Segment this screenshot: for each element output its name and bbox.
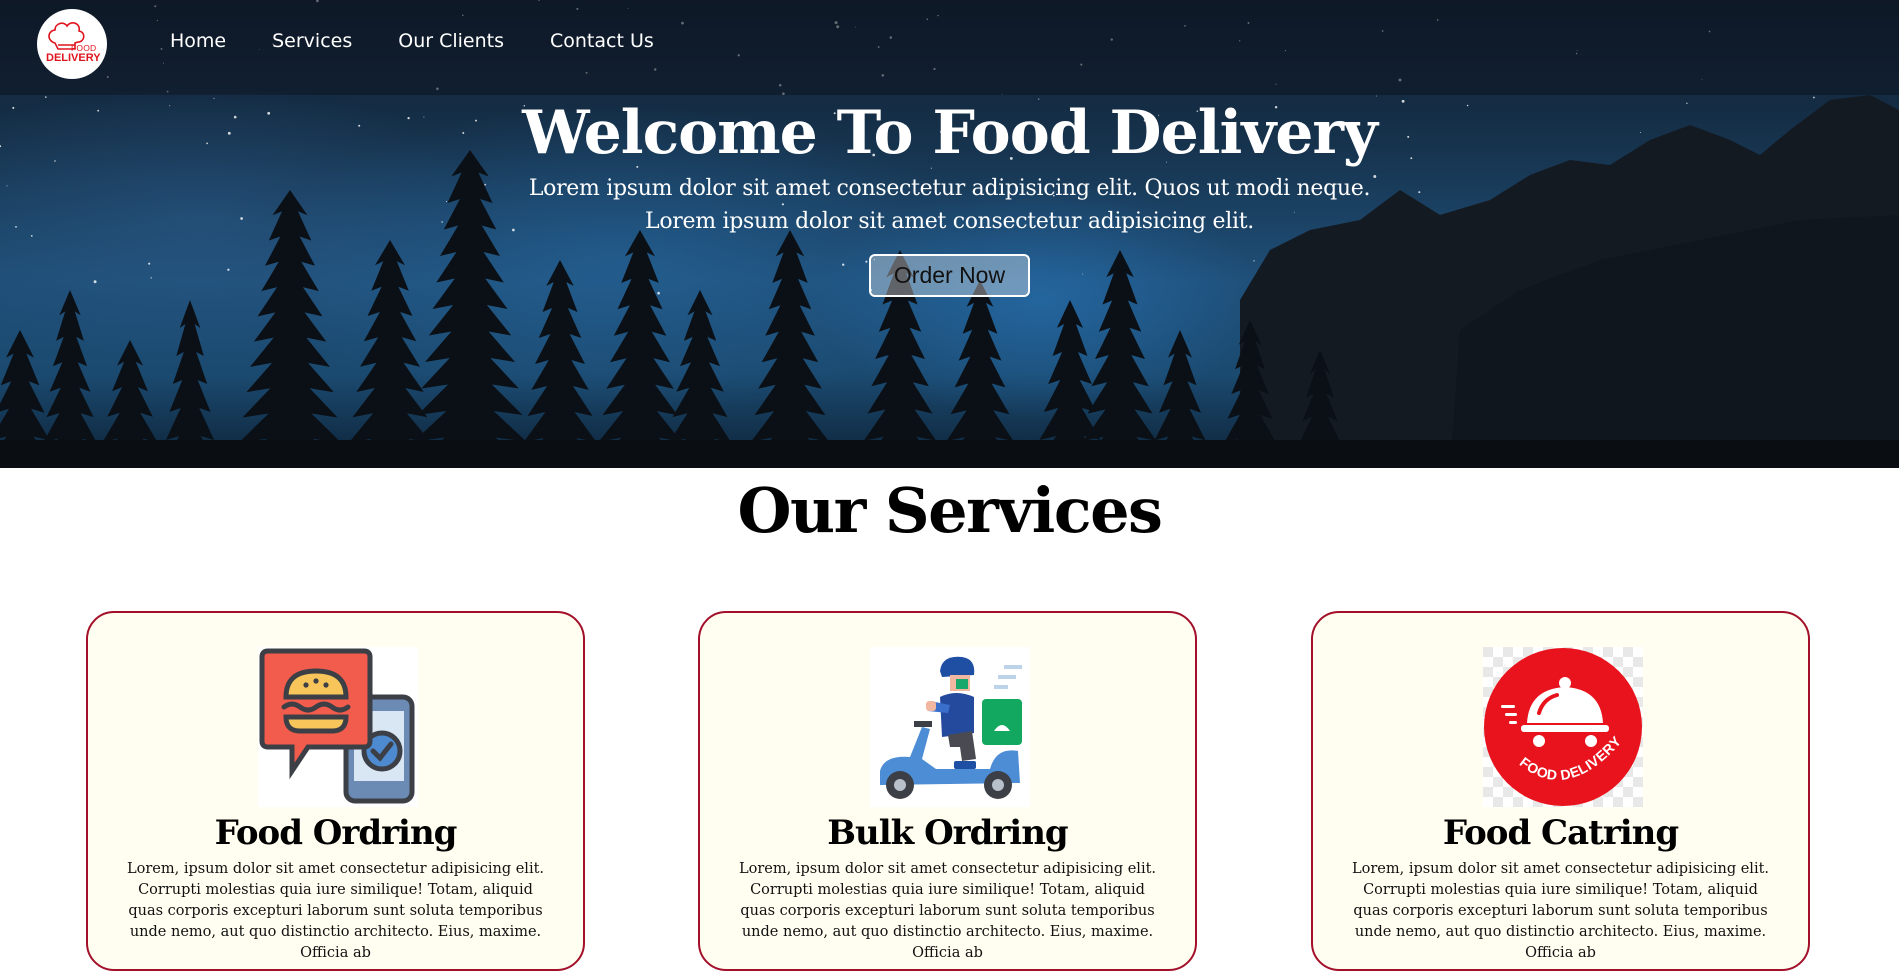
service-card-title: Food Ordring: [214, 813, 458, 853]
service-card-title: Food Catring: [1442, 813, 1679, 853]
pine-tree: [747, 230, 833, 468]
top-navbar: FOOD DELIVERY Home Services Our Clients …: [0, 0, 1899, 95]
nav-contact-us[interactable]: Contact Us: [550, 30, 654, 52]
nav-links: Home Services Our Clients Contact Us: [170, 30, 654, 52]
hero-subtitle-line2: Lorem ipsum dolor sit amet consectetur a…: [645, 209, 1254, 234]
food-delivery-logo[interactable]: FOOD DELIVERY: [37, 9, 107, 79]
pine-tree: [345, 240, 435, 468]
logo-text-delivery: DELIVERY: [46, 52, 101, 64]
services-title: Our Services: [737, 474, 1163, 547]
order-now-button[interactable]: Order Now: [869, 254, 1030, 297]
food-delivery-cloche-icon: FOOD DELIVERY: [1483, 647, 1643, 807]
service-card-food-ordering: Food Ordring Lorem, ipsum dolor sit amet…: [86, 611, 585, 971]
service-card-text: Lorem, ipsum dolor sit amet consectetur …: [738, 861, 1157, 961]
nav-services[interactable]: Services: [272, 30, 352, 52]
pine-tree: [520, 260, 600, 468]
service-card-text: Lorem, ipsum dolor sit amet consectetur …: [1351, 861, 1770, 961]
hero-subtitle-line1: Lorem ipsum dolor sit amet consectetur a…: [528, 176, 1371, 201]
service-card-food-catering: FOOD DELIVERY Food Catring Lorem, ipsum …: [1311, 611, 1810, 971]
burger-order-phone-icon: [258, 647, 418, 807]
pine-tree: [595, 230, 685, 468]
hero-section: FOOD DELIVERY Home Services Our Clients …: [0, 0, 1899, 468]
service-card-text: Lorem, ipsum dolor sit amet consectetur …: [126, 861, 545, 961]
delivery-scooter-icon: [870, 647, 1030, 807]
nav-home[interactable]: Home: [170, 30, 226, 52]
hero-title: Welcome To Food Delivery: [522, 98, 1378, 168]
service-card-title: Bulk Ordring: [827, 813, 1068, 853]
pine-tree: [942, 280, 1018, 468]
service-card-bulk-ordering: Bulk Ordring Lorem, ipsum dolor sit amet…: [698, 611, 1197, 971]
nav-our-clients[interactable]: Our Clients: [398, 30, 504, 52]
pine-tree: [1080, 250, 1160, 468]
